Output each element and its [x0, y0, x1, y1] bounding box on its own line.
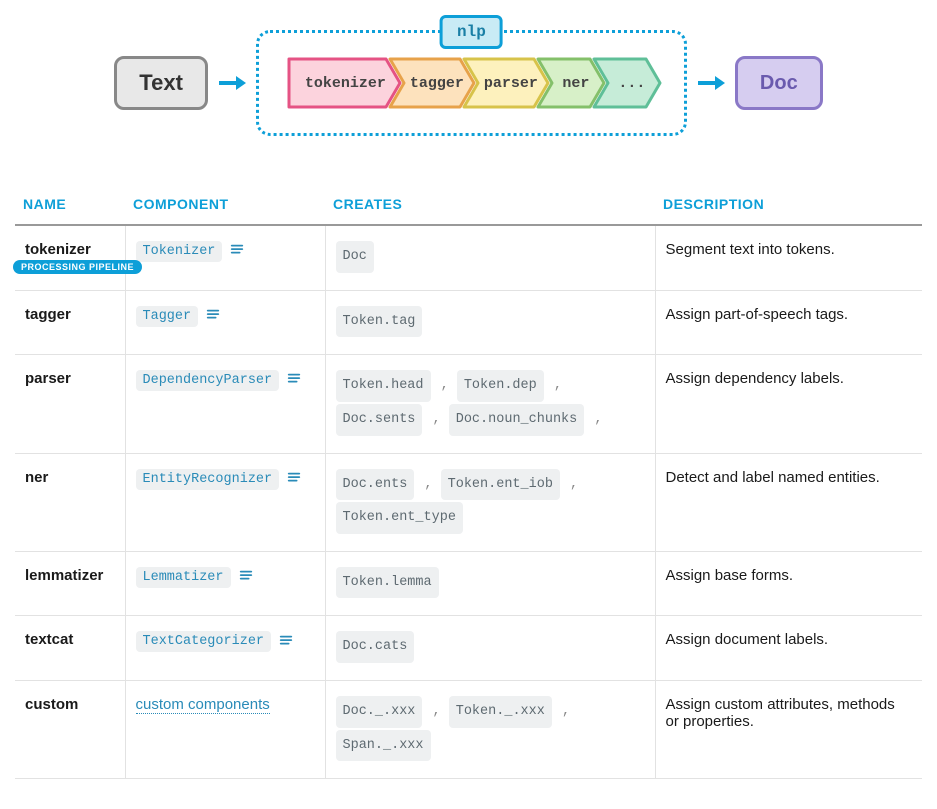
cell-name: custom: [15, 681, 125, 779]
col-component: COMPONENT: [125, 186, 325, 225]
table-row: textcat TextCategorizer Doc.cats Assign doc…: [15, 616, 922, 681]
component-link[interactable]: TextCategorizer: [136, 631, 272, 652]
cell-name: tagger: [15, 290, 125, 355]
table-row: parser DependencyParser Token.head , Token…: [15, 355, 922, 453]
creates-code: Doc.noun_chunks: [449, 404, 585, 436]
doc-icon: [230, 243, 244, 257]
table-header-row: NAME COMPONENT CREATES DESCRIPTION: [15, 186, 922, 225]
creates-code: Doc._.xxx: [336, 696, 423, 728]
components-table: NAME COMPONENT CREATES DESCRIPTION token…: [15, 186, 922, 779]
stage-list: tokenizertaggerparserner...: [287, 57, 662, 109]
cell-component: Tagger: [125, 290, 325, 355]
component-link[interactable]: custom components: [136, 696, 270, 714]
cell-name: textcat: [15, 616, 125, 681]
cell-name: tokenizerPROCESSING PIPELINE: [15, 225, 125, 290]
stage-tokenizer: tokenizer: [287, 57, 402, 109]
cell-component: custom components: [125, 681, 325, 779]
cell-description: Assign dependency labels.: [655, 355, 922, 453]
col-description: DESCRIPTION: [655, 186, 922, 225]
doc-icon: [239, 569, 253, 583]
cell-name: parser: [15, 355, 125, 453]
cell-component: TextCategorizer: [125, 616, 325, 681]
creates-code: Doc: [336, 241, 374, 273]
cell-creates: Doc: [325, 225, 655, 290]
cell-name: lemmatizer: [15, 551, 125, 616]
cell-description: Detect and label named entities.: [655, 453, 922, 551]
processing-pipeline-badge: PROCESSING PIPELINE: [13, 260, 142, 274]
cell-name: ner: [15, 453, 125, 551]
cell-description: Segment text into tokens.: [655, 225, 922, 290]
cell-creates: Doc._.xxx , Token._.xxx , Span._.xxx: [325, 681, 655, 779]
creates-code: Token.tag: [336, 306, 423, 338]
nlp-label: nlp: [440, 15, 503, 49]
cell-creates: Token.lemma: [325, 551, 655, 616]
doc-icon: [206, 308, 220, 322]
component-link[interactable]: EntityRecognizer: [136, 469, 280, 490]
cell-creates: Doc.cats: [325, 616, 655, 681]
cell-description: Assign part-of-speech tags.: [655, 290, 922, 355]
component-link[interactable]: Tokenizer: [136, 241, 223, 262]
col-name: NAME: [15, 186, 125, 225]
creates-code: Token.dep: [457, 370, 544, 402]
cell-creates: Token.head , Token.dep , Doc.sents , Doc…: [325, 355, 655, 453]
creates-code: Token.ent_type: [336, 502, 463, 534]
cell-component: EntityRecognizer: [125, 453, 325, 551]
pipeline-group: nlp tokenizertaggerparserner...: [256, 30, 687, 136]
creates-code: Doc.ents: [336, 469, 415, 501]
doc-icon: [279, 634, 293, 648]
cell-creates: Token.tag: [325, 290, 655, 355]
creates-code: Doc.cats: [336, 631, 415, 663]
col-creates: CREATES: [325, 186, 655, 225]
creates-code: Token.lemma: [336, 567, 439, 599]
creates-code: Doc.sents: [336, 404, 423, 436]
component-link[interactable]: Lemmatizer: [136, 567, 231, 588]
input-box: Text: [114, 56, 208, 110]
cell-description: Assign document labels.: [655, 616, 922, 681]
pipeline-diagram: Text nlp tokenizertaggerparserner... Doc: [15, 30, 922, 136]
doc-icon: [287, 372, 301, 386]
cell-description: Assign base forms.: [655, 551, 922, 616]
arrow-icon: [695, 67, 727, 99]
creates-code: Token._.xxx: [449, 696, 552, 728]
creates-code: Token.head: [336, 370, 431, 402]
output-box: Doc: [735, 56, 823, 110]
component-link[interactable]: Tagger: [136, 306, 199, 327]
cell-description: Assign custom attributes, methods or pro…: [655, 681, 922, 779]
creates-code: Token.ent_iob: [441, 469, 560, 501]
cell-component: Tokenizer: [125, 225, 325, 290]
cell-component: Lemmatizer: [125, 551, 325, 616]
doc-icon: [287, 471, 301, 485]
table-row: tagger Tagger Token.tag Assign part-of-spee…: [15, 290, 922, 355]
arrow-icon: [216, 67, 248, 99]
creates-code: Span._.xxx: [336, 730, 431, 762]
cell-creates: Doc.ents , Token.ent_iob , Token.ent_typ…: [325, 453, 655, 551]
component-link[interactable]: DependencyParser: [136, 370, 280, 391]
table-row: lemmatizer Lemmatizer Token.lemma Assign ba…: [15, 551, 922, 616]
table-row: custom custom components Doc._.xxx , Token…: [15, 681, 922, 779]
table-row: tokenizerPROCESSING PIPELINE Tokenizer Doc…: [15, 225, 922, 290]
table-row: ner EntityRecognizer Doc.ents , Token.ent_…: [15, 453, 922, 551]
cell-component: DependencyParser: [125, 355, 325, 453]
